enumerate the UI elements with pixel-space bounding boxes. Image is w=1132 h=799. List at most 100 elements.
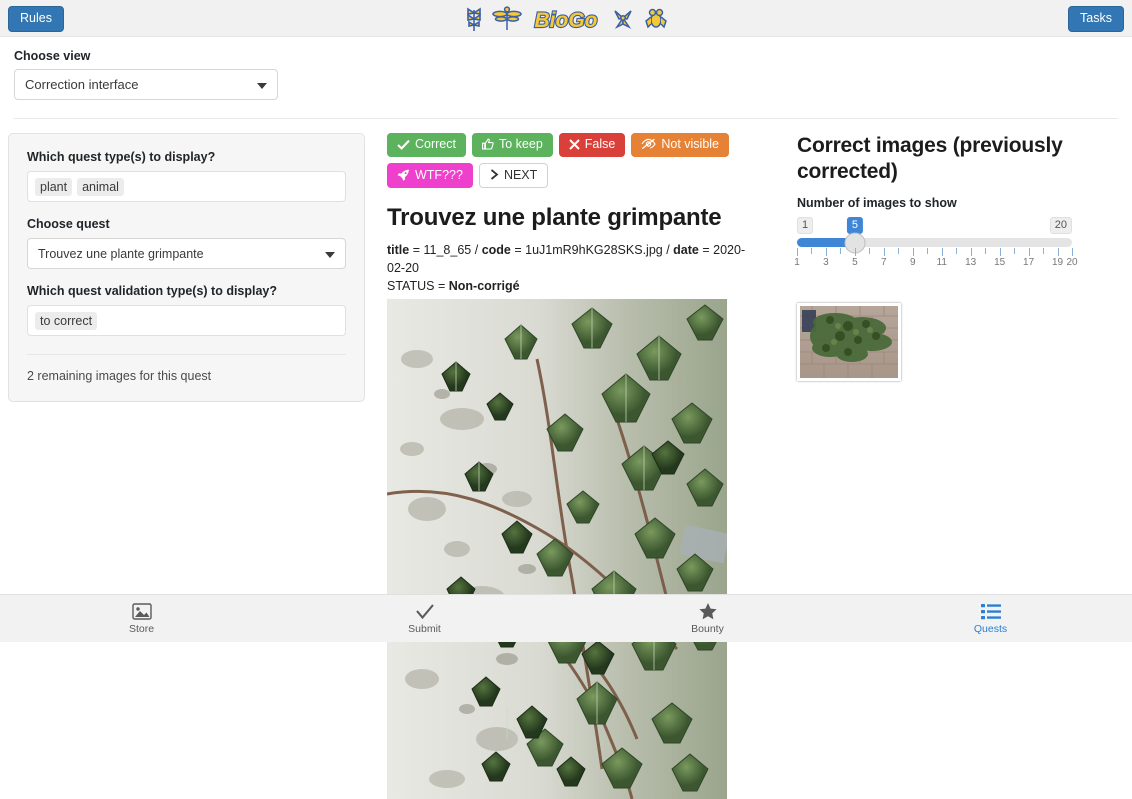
status-line: STATUS = Non-corrigé — [387, 279, 520, 294]
nav-submit-label: Submit — [408, 622, 441, 635]
slider-track[interactable] — [797, 232, 1072, 254]
slider-tick-label: 20 — [1066, 257, 1078, 269]
nav-submit[interactable]: Submit — [283, 595, 566, 642]
slider-tick — [825, 248, 827, 257]
choose-view-label: Choose view — [14, 49, 91, 63]
to-keep-button-label: To keep — [498, 137, 543, 151]
slider-max-label: 20 — [1049, 217, 1072, 235]
meta-code-key: code — [481, 243, 511, 257]
slider-tick-label: 1 — [794, 257, 800, 269]
nav-bounty[interactable]: Bounty — [566, 595, 849, 642]
nav-quests-label: Quests — [973, 622, 1008, 635]
slider-tick — [927, 248, 929, 255]
false-button[interactable]: False — [558, 133, 626, 157]
validation-type-input[interactable]: to correct — [27, 305, 346, 336]
flower-icon — [610, 5, 636, 33]
image-metadata: title = 11_8_65 / code = 1uJ1mR9hKG28SKS… — [387, 243, 746, 276]
to-keep-button[interactable]: To keep — [471, 133, 553, 157]
chip-animal[interactable]: animal — [77, 177, 124, 196]
quest-select-value: Trouvez une plante grimpante — [38, 246, 204, 261]
chip-to-correct[interactable]: to correct — [35, 311, 98, 330]
ivy-on-wall-photo — [387, 299, 727, 799]
slider-tick-label: 3 — [823, 257, 829, 269]
action-buttons: Correct To keep False Not visible WTF???… — [387, 133, 760, 188]
image-icon — [131, 602, 152, 620]
choose-view-section: Choose view Correction interface — [0, 37, 1132, 100]
status-key: STATUS — [387, 279, 435, 294]
biogo-wordmark: BioGo — [529, 4, 603, 34]
slider-tick-label: 5 — [852, 257, 858, 269]
slider-tick-label: 7 — [881, 257, 887, 269]
slider-tick — [956, 248, 958, 255]
not-visible-button[interactable]: Not visible — [631, 133, 730, 157]
slider-label: Number of images to show — [797, 196, 957, 211]
slider-tick — [941, 248, 943, 257]
quest-title: Trouvez une plante grimpante — [387, 204, 722, 231]
view-select-value: Correction interface — [25, 77, 139, 92]
tasks-button[interactable]: Tasks — [1068, 6, 1124, 32]
false-button-label: False — [584, 137, 616, 151]
nav-store[interactable]: Store — [0, 595, 283, 642]
quest-type-input[interactable]: plant animal — [27, 171, 346, 202]
slider-tick — [1057, 248, 1059, 257]
corrected-images-title: Correct images (previously corrected) — [797, 134, 1063, 183]
meta-title-value: 11_8_65 — [423, 243, 472, 257]
choose-quest-label: Choose quest — [27, 217, 110, 231]
bottom-navigation: Store Submit Bounty Quests — [0, 594, 1132, 642]
chevron-right-icon — [490, 169, 499, 180]
nav-store-label: Store — [128, 622, 155, 635]
slider-tick — [970, 248, 972, 257]
slider-tick — [1028, 248, 1030, 257]
quest-photo[interactable] — [387, 299, 727, 799]
slider-tick — [898, 248, 900, 255]
view-select[interactable]: Correction interface — [14, 69, 278, 100]
nav-bounty-label: Bounty — [691, 623, 724, 635]
filter-card: Which quest type(s) to display? plant an… — [8, 133, 365, 402]
chip-plant[interactable]: plant — [35, 177, 73, 196]
quest-select[interactable]: Trouvez une plante grimpante — [27, 238, 346, 269]
corrected-image-thumbnail[interactable] — [797, 303, 901, 382]
rules-button[interactable]: Rules — [8, 6, 64, 32]
slider-tick-label: 13 — [965, 257, 977, 269]
slider-tick-label: 15 — [994, 257, 1006, 269]
slider-tick — [797, 248, 798, 257]
slider-tick — [1043, 248, 1045, 255]
next-button[interactable]: NEXT — [478, 162, 549, 188]
rocket-icon — [397, 169, 410, 181]
slider-tick — [854, 248, 856, 257]
correct-button[interactable]: Correct — [387, 133, 466, 157]
biogo-logo-strip: BioGo — [0, 2, 1132, 35]
next-button-label: NEXT — [503, 167, 538, 182]
slider-ticks — [797, 248, 1073, 257]
cross-icon — [569, 139, 580, 150]
meta-date-key: date — [673, 243, 699, 257]
slider-tick-label: 11 — [936, 257, 947, 269]
plant-icon — [463, 5, 485, 33]
remaining-images-text: 2 remaining images for this quest — [27, 369, 212, 383]
not-visible-button-label: Not visible — [661, 137, 720, 151]
slider-tick — [840, 248, 842, 255]
nav-quests[interactable]: Quests — [849, 595, 1132, 642]
meta-code-value: 1uJ1mR9hKG28SKS.jpg — [525, 243, 663, 257]
top-bar: Rules BioGo Tasks — [0, 0, 1132, 37]
card-divider — [27, 354, 346, 355]
validation-type-label: Which quest validation type(s) to displa… — [27, 284, 278, 298]
wtf-button-label: WTF??? — [415, 167, 463, 182]
list-icon — [980, 603, 1001, 620]
slider-tick — [912, 248, 914, 257]
meta-title-key: title — [387, 243, 410, 257]
slider-tick-label: 9 — [910, 257, 916, 269]
slider-tick-label: 19 — [1051, 257, 1064, 269]
filter-column: Which quest type(s) to display? plant an… — [8, 133, 365, 799]
slider-value-chips: 1 5 20 — [797, 217, 1072, 235]
slider-tick — [811, 248, 813, 255]
status-value: Non-corrigé — [448, 279, 520, 294]
images-count-slider[interactable]: 1 5 20 1 3 5 7 9 11 13 15 17 19 20 — [794, 217, 1078, 271]
thumbs-up-icon — [482, 138, 494, 150]
correction-column: Correct To keep False Not visible WTF???… — [365, 133, 760, 799]
main-content: Which quest type(s) to display? plant an… — [0, 119, 1132, 799]
slider-tick-label: 17 — [1023, 257, 1035, 269]
star-icon — [698, 602, 718, 620]
wtf-button[interactable]: WTF??? — [387, 162, 473, 188]
ivy-thumbnail-image — [800, 306, 898, 379]
